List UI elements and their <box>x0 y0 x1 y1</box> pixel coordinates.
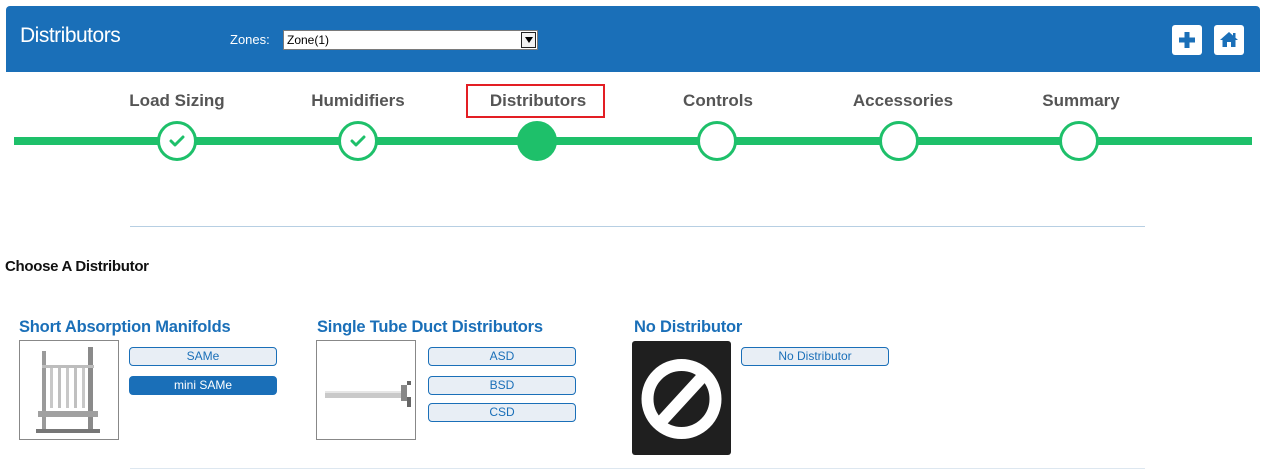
home-button[interactable] <box>1214 25 1244 55</box>
option-mini-same[interactable]: mini SAMe <box>129 376 277 395</box>
zones-select[interactable]: Zone(1) <box>283 30 538 50</box>
option-same[interactable]: SAMe <box>129 347 277 366</box>
no-distributor-image[interactable] <box>632 341 731 455</box>
step-label-load-sizing[interactable]: Load Sizing <box>102 91 252 111</box>
group-title-sam: Short Absorption Manifolds <box>19 318 231 336</box>
sam-manifold-image[interactable] <box>19 340 119 440</box>
zones-label: Zones: <box>230 32 270 47</box>
option-asd[interactable]: ASD <box>428 347 576 366</box>
duct-distributor-image <box>325 381 411 407</box>
plus-icon <box>1179 32 1195 48</box>
step-node-distributors[interactable] <box>517 121 557 161</box>
bottom-divider <box>130 468 1145 469</box>
option-csd[interactable]: CSD <box>428 403 576 422</box>
step-label-humidifiers[interactable]: Humidifiers <box>283 91 433 111</box>
add-button[interactable] <box>1172 25 1202 55</box>
prohibited-icon <box>641 359 722 439</box>
single-tube-image[interactable] <box>316 340 416 440</box>
step-label-summary[interactable]: Summary <box>1006 91 1156 111</box>
group-title-single-tube: Single Tube Duct Distributors <box>317 318 543 336</box>
chevron-down-icon[interactable] <box>521 32 536 48</box>
page-title: Distributors <box>20 24 121 47</box>
step-label-accessories[interactable]: Accessories <box>828 91 978 111</box>
step-node-controls[interactable] <box>697 121 737 161</box>
step-node-summary[interactable] <box>1059 121 1099 161</box>
step-label-controls[interactable]: Controls <box>643 91 793 111</box>
current-step-highlight <box>466 84 605 118</box>
divider <box>130 226 1145 227</box>
option-no-distributor[interactable]: No Distributor <box>741 347 889 366</box>
checkmark-icon <box>350 135 366 147</box>
zones-selected-value: Zone(1) <box>287 33 330 47</box>
home-icon <box>1220 32 1238 47</box>
manifold-image <box>36 347 100 433</box>
step-node-humidifiers[interactable] <box>338 121 378 161</box>
checkmark-icon <box>169 135 185 147</box>
group-title-no-distributor: No Distributor <box>634 318 743 336</box>
option-bsd[interactable]: BSD <box>428 376 576 395</box>
step-node-load-sizing[interactable] <box>157 121 197 161</box>
step-node-accessories[interactable] <box>879 121 919 161</box>
header-bar: Distributors Zones: Zone(1) <box>6 6 1260 72</box>
section-title: Choose A Distributor <box>5 258 149 275</box>
